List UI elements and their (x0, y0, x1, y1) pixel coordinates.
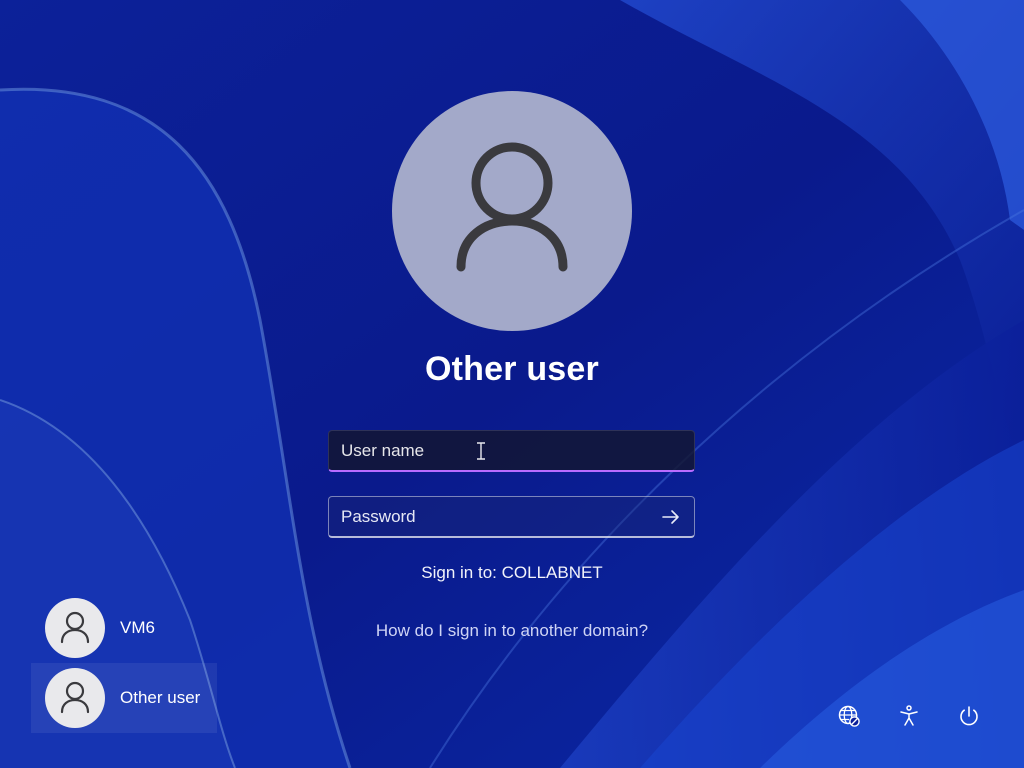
avatar (45, 668, 105, 728)
user-tile-name: Other user (120, 688, 201, 707)
password-placeholder: Password (341, 506, 416, 526)
person-icon (60, 681, 90, 714)
sign-in-domain-text: Sign in to: COLLABNET (421, 563, 603, 582)
network-button[interactable] (835, 702, 863, 730)
accessibility-icon (900, 705, 918, 726)
page-title: Other user (425, 350, 599, 388)
network-icon (838, 705, 860, 727)
password-field[interactable]: Password (328, 496, 695, 538)
power-icon (960, 706, 978, 726)
username-field[interactable]: User name (328, 430, 695, 472)
person-icon (456, 142, 568, 272)
sign-in-help-link[interactable]: How do I sign in to another domain? (312, 621, 712, 641)
text-cursor-icon (477, 442, 485, 460)
arrow-right-icon[interactable] (660, 507, 682, 527)
user-tile-vm6[interactable]: VM6 (31, 593, 217, 663)
username-placeholder: User name (341, 440, 425, 460)
person-icon (60, 611, 90, 644)
user-tile-name: VM6 (120, 618, 155, 637)
power-button[interactable] (955, 702, 983, 730)
avatar (45, 598, 105, 658)
user-tile-other-user[interactable]: Other user (31, 663, 217, 733)
user-avatar-large (392, 91, 632, 331)
accessibility-button[interactable] (895, 702, 923, 730)
